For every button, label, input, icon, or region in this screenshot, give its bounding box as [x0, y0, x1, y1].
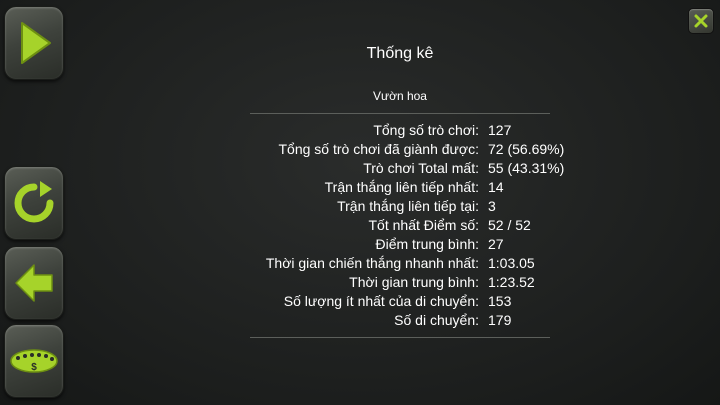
divider [250, 337, 550, 338]
stat-row-current-streak: Trận thắng liên tiếp tại: 3 [150, 197, 570, 216]
svg-text:$: $ [31, 362, 37, 373]
stat-row-best-score: Tốt nhất Điểm số: 52 / 52 [150, 216, 570, 235]
restart-icon [14, 181, 54, 223]
play-button[interactable] [4, 6, 64, 80]
stat-label: Số di chuyển: [394, 312, 479, 328]
dialog-title: Thống kê [366, 45, 434, 62]
stat-row-games-lost: Trò chơi Total mất: 55 (43.31%) [150, 159, 570, 178]
stat-label: Điểm trung bình: [375, 236, 480, 252]
stat-label: Tổng số trò chơi đã giành được: [278, 141, 479, 157]
stat-value: 55 (43.31%) [488, 160, 565, 176]
vegas-mode-button[interactable]: $ [4, 324, 64, 398]
stat-label: Thời gian trung bình: [349, 274, 479, 290]
stat-label: Tốt nhất Điểm số: [368, 217, 480, 233]
stat-row-games-won: Tổng số trò chơi đã giành được: 72 (56.6… [150, 140, 570, 159]
stat-row-fastest-win: Thời gian chiến thắng nhanh nhất: 1:03.0… [150, 254, 570, 273]
stat-row-fewest-moves: Số lượng ít nhất của di chuyển: 153 [150, 292, 570, 311]
stats-list: Tổng số trò chơi: 127 Tổng số trò chơi đ… [150, 121, 570, 330]
vegas-icon: $ [10, 349, 58, 373]
stat-value: 153 [488, 293, 512, 309]
stat-label: Thời gian chiến thắng nhanh nhất: [265, 255, 479, 271]
stat-label: Số lượng ít nhất của di chuyển: [283, 293, 479, 309]
stat-row-average-score: Điểm trung bình: 27 [150, 235, 570, 254]
stat-label: Trận thắng liên tiếp tại: [337, 198, 479, 214]
stat-value: 179 [488, 312, 512, 328]
stat-value: 27 [488, 236, 504, 252]
stat-row-total-games: Tổng số trò chơi: 127 [150, 121, 570, 140]
close-icon [694, 14, 708, 28]
stat-label: Trò chơi Total mất: [363, 160, 479, 176]
divider [250, 113, 550, 114]
stat-value: 1:23.52 [488, 274, 535, 290]
restart-button[interactable] [4, 166, 64, 240]
stat-value: 127 [488, 122, 512, 138]
close-button[interactable] [688, 8, 714, 34]
stat-value: 72 (56.69%) [488, 141, 565, 157]
back-arrow-icon [15, 264, 53, 302]
stat-value: 52 / 52 [488, 217, 531, 233]
stat-row-moves: Số di chuyển: 179 [150, 311, 570, 330]
stat-value: 3 [488, 198, 496, 214]
stat-row-average-time: Thời gian trung bình: 1:23.52 [150, 273, 570, 292]
stat-value: 14 [488, 179, 504, 195]
stat-label: Trận thắng liên tiếp nhất: [324, 179, 479, 195]
back-button[interactable] [4, 246, 64, 320]
stat-row-longest-streak: Trận thắng liên tiếp nhất: 14 [150, 178, 570, 197]
game-name: Vườn hoa [373, 89, 427, 103]
stat-value: 1:03.05 [488, 255, 535, 271]
play-icon [21, 22, 51, 64]
stat-label: Tổng số trò chơi: [373, 122, 479, 138]
